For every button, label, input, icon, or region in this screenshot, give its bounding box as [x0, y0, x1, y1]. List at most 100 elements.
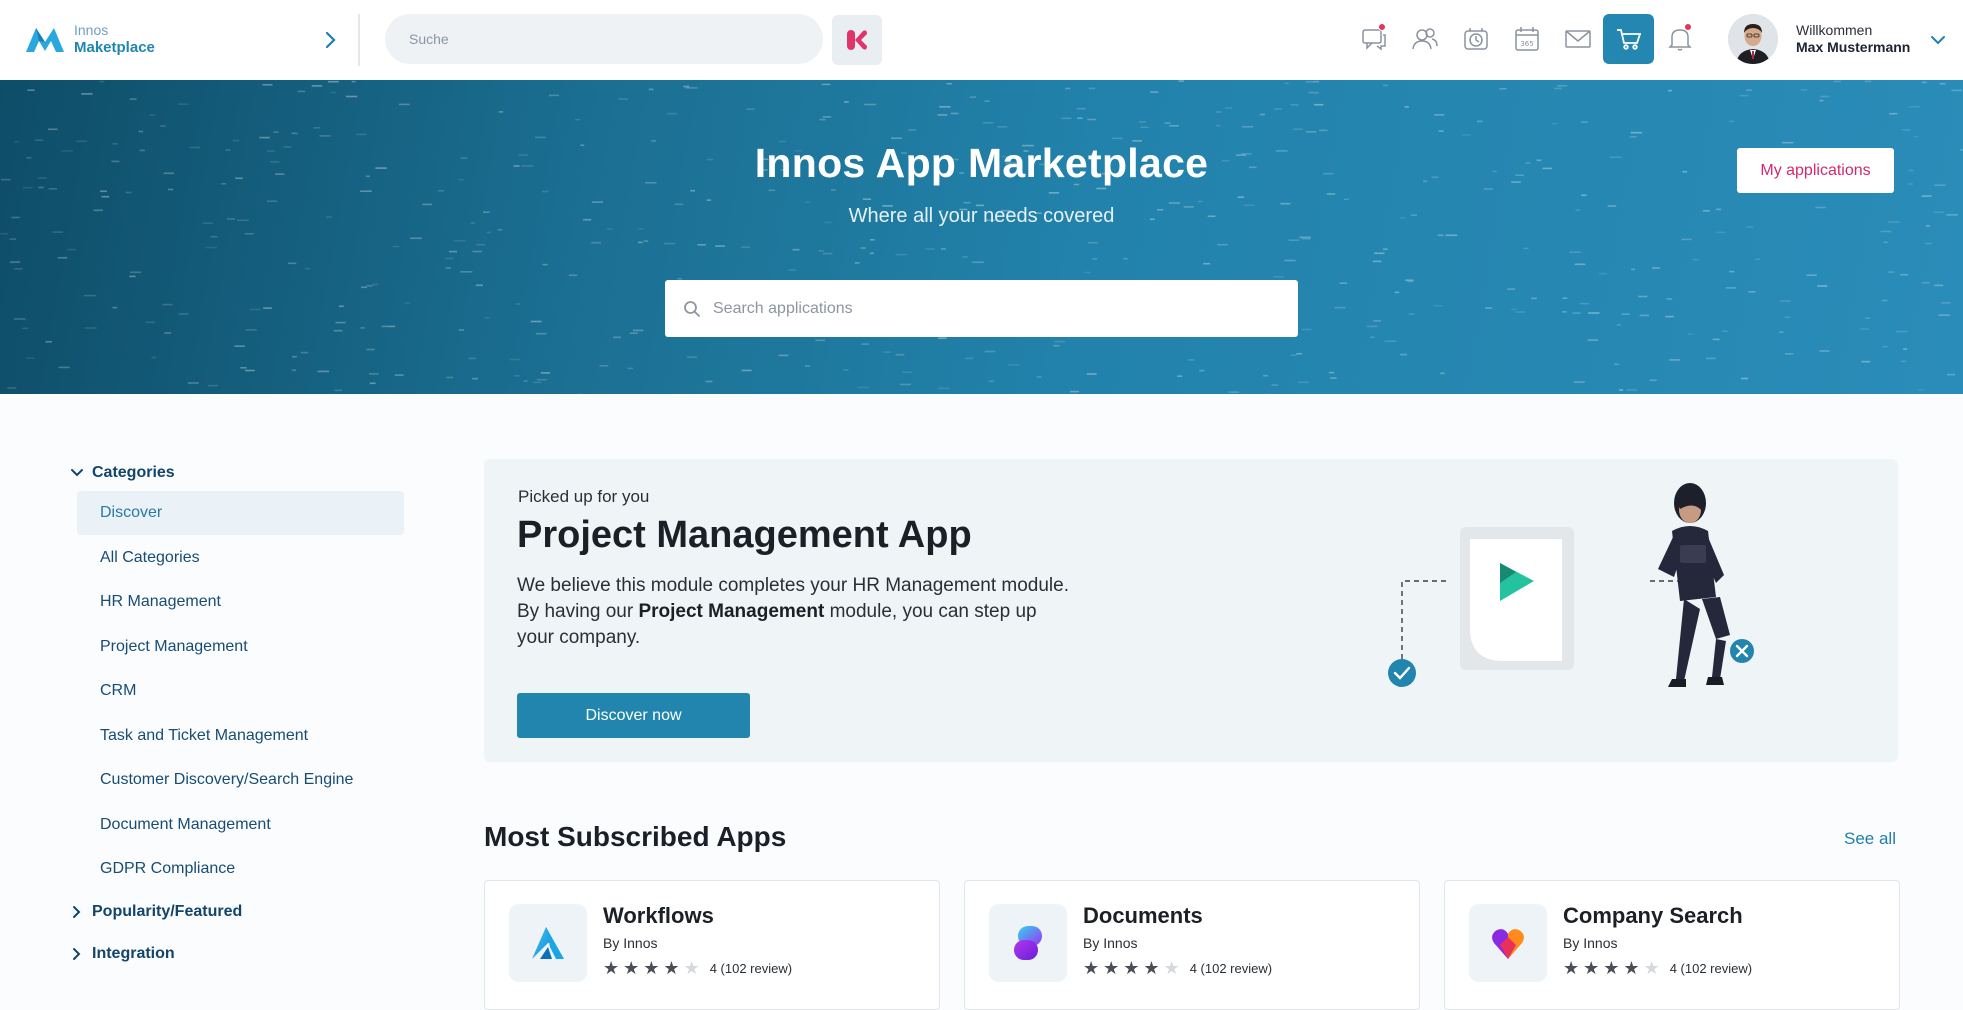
sidebar-group-popularity-featured[interactable]: Popularity/Featured [70, 891, 404, 933]
avatar [1728, 14, 1778, 64]
app-vendor: By Innos [1563, 935, 1617, 951]
sidebar-item-discover[interactable]: Discover [77, 491, 404, 535]
app-icon [509, 904, 587, 982]
mail-button[interactable] [1552, 14, 1603, 64]
top-icon-bar: 365 [1348, 14, 1705, 64]
app-name: Company Search [1563, 903, 1743, 929]
sidebar-group-integration[interactable]: Integration [70, 933, 404, 975]
see-all-link[interactable]: See all [1844, 829, 1896, 849]
sidebar-item-all-categories[interactable]: All Categories [77, 536, 404, 580]
sidebar-item-hr-management[interactable]: HR Management [77, 580, 404, 624]
app-search-input[interactable]: Search applications [665, 280, 1298, 337]
people-icon [1411, 27, 1439, 51]
chevron-right-icon [324, 31, 336, 49]
star-icon: ★ [1103, 959, 1119, 977]
app-rating: ★★★★★4 (102 review) [1083, 959, 1272, 977]
global-search-input[interactable]: Suche [385, 14, 823, 64]
sidebar-toggle-button[interactable] [316, 26, 344, 54]
sidebar-group-label: Integration [92, 945, 175, 963]
star-icon: ★ [1644, 959, 1660, 977]
k-app-button[interactable] [832, 15, 882, 65]
documents-logo-icon [1008, 923, 1048, 963]
category-sidebar: Categories DiscoverAll CategoriesHR Mana… [70, 460, 404, 975]
sidebar-item-project-management[interactable]: Project Management [77, 625, 404, 669]
star-icon: ★ [1143, 959, 1159, 977]
app-search-placeholder: Search applications [713, 300, 853, 318]
clock-icon [1463, 26, 1489, 52]
brand-logo[interactable]: Innos Maketplace [24, 22, 155, 56]
app-icon [1469, 904, 1547, 982]
sidebar-item-crm[interactable]: CRM [77, 669, 404, 713]
chat-button[interactable] [1348, 14, 1399, 64]
app-review-count: 4 (102 review) [710, 961, 792, 976]
notification-dot [1684, 23, 1692, 31]
user-name: Max Mustermann [1796, 39, 1910, 56]
svg-text:365: 365 [1520, 40, 1533, 48]
group-list: Popularity/Featured Integration [70, 891, 404, 975]
star-icon: ★ [643, 959, 659, 977]
discover-now-button[interactable]: Discover now [517, 693, 750, 738]
cart-icon [1616, 27, 1642, 51]
sidebar-item-customer-discovery-search-engine[interactable]: Customer Discovery/Search Engine [77, 758, 404, 802]
app-name: Documents [1083, 903, 1203, 929]
chevron-down-icon [1930, 35, 1946, 45]
star-icon: ★ [623, 959, 639, 977]
global-search-placeholder: Suche [409, 31, 449, 47]
app-review-count: 4 (102 review) [1190, 961, 1272, 976]
most-subscribed-title: Most Subscribed Apps [484, 821, 786, 853]
app-card-workflows[interactable]: WorkflowsBy Innos★★★★★4 (102 review) [484, 880, 940, 1010]
chevron-right-icon [70, 905, 84, 919]
sidebar-group-label: Popularity/Featured [92, 903, 242, 921]
app-rating: ★★★★★4 (102 review) [603, 959, 792, 977]
divider [358, 14, 360, 66]
featured-illustration [1364, 479, 1784, 749]
calendar-365-button[interactable]: 365 [1501, 14, 1552, 64]
category-list: DiscoverAll CategoriesHR ManagementProje… [70, 491, 404, 891]
mail-icon [1564, 28, 1592, 50]
star-icon: ★ [1123, 959, 1139, 977]
my-applications-button[interactable]: My applications [1737, 148, 1894, 193]
user-menu-toggle[interactable] [1930, 32, 1946, 50]
app-vendor: By Innos [1083, 935, 1137, 951]
star-icon: ★ [684, 959, 700, 977]
featured-title: Project Management App [517, 514, 972, 557]
star-icon: ★ [1623, 959, 1639, 977]
app-card-documents[interactable]: DocumentsBy Innos★★★★★4 (102 review) [964, 880, 1420, 1010]
chevron-right-icon [70, 947, 84, 961]
app-name: Workflows [603, 903, 714, 929]
featured-description: We believe this module completes your HR… [517, 573, 1077, 651]
sidebar-item-document-management[interactable]: Document Management [77, 803, 404, 847]
star-icon: ★ [663, 959, 679, 977]
notifications-button[interactable] [1654, 14, 1705, 64]
sidebar-item-gdpr-compliance[interactable]: GDPR Compliance [77, 847, 404, 891]
workflows-logo-icon [528, 923, 568, 963]
hero-title: Innos App Marketplace [0, 140, 1963, 187]
people-button[interactable] [1399, 14, 1450, 64]
sidebar-item-task-and-ticket-management[interactable]: Task and Ticket Management [77, 714, 404, 758]
k-logo-icon [844, 27, 870, 53]
featured-desc-bold: Project Management [638, 601, 824, 622]
company-search-logo-icon [1488, 923, 1528, 963]
innos-logo-icon [24, 24, 66, 54]
app-rating: ★★★★★4 (102 review) [1563, 959, 1752, 977]
featured-banner: Picked up for you Project Management App… [484, 459, 1898, 762]
categories-toggle[interactable]: Categories [70, 460, 404, 486]
app-vendor: By Innos [603, 935, 657, 951]
rain-pattern [0, 80, 1963, 394]
notification-dot [1378, 23, 1386, 31]
app-cards: WorkflowsBy Innos★★★★★4 (102 review)Docu… [484, 880, 1900, 1010]
cart-button[interactable] [1603, 14, 1654, 64]
time-button[interactable] [1450, 14, 1501, 64]
star-icon: ★ [1164, 959, 1180, 977]
star-icon: ★ [1583, 959, 1599, 977]
search-icon [683, 300, 701, 318]
featured-kicker: Picked up for you [518, 487, 649, 507]
top-bar: Innos Maketplace Suche 365 [0, 0, 1963, 80]
star-icon: ★ [603, 959, 619, 977]
chevron-down-icon [70, 468, 84, 478]
user-menu[interactable]: Willkommen Max Mustermann [1728, 14, 1910, 64]
app-review-count: 4 (102 review) [1670, 961, 1752, 976]
star-icon: ★ [1563, 959, 1579, 977]
app-card-company-search[interactable]: Company SearchBy Innos★★★★★4 (102 review… [1444, 880, 1900, 1010]
hero-banner: Innos App Marketplace Where all your nee… [0, 80, 1963, 394]
